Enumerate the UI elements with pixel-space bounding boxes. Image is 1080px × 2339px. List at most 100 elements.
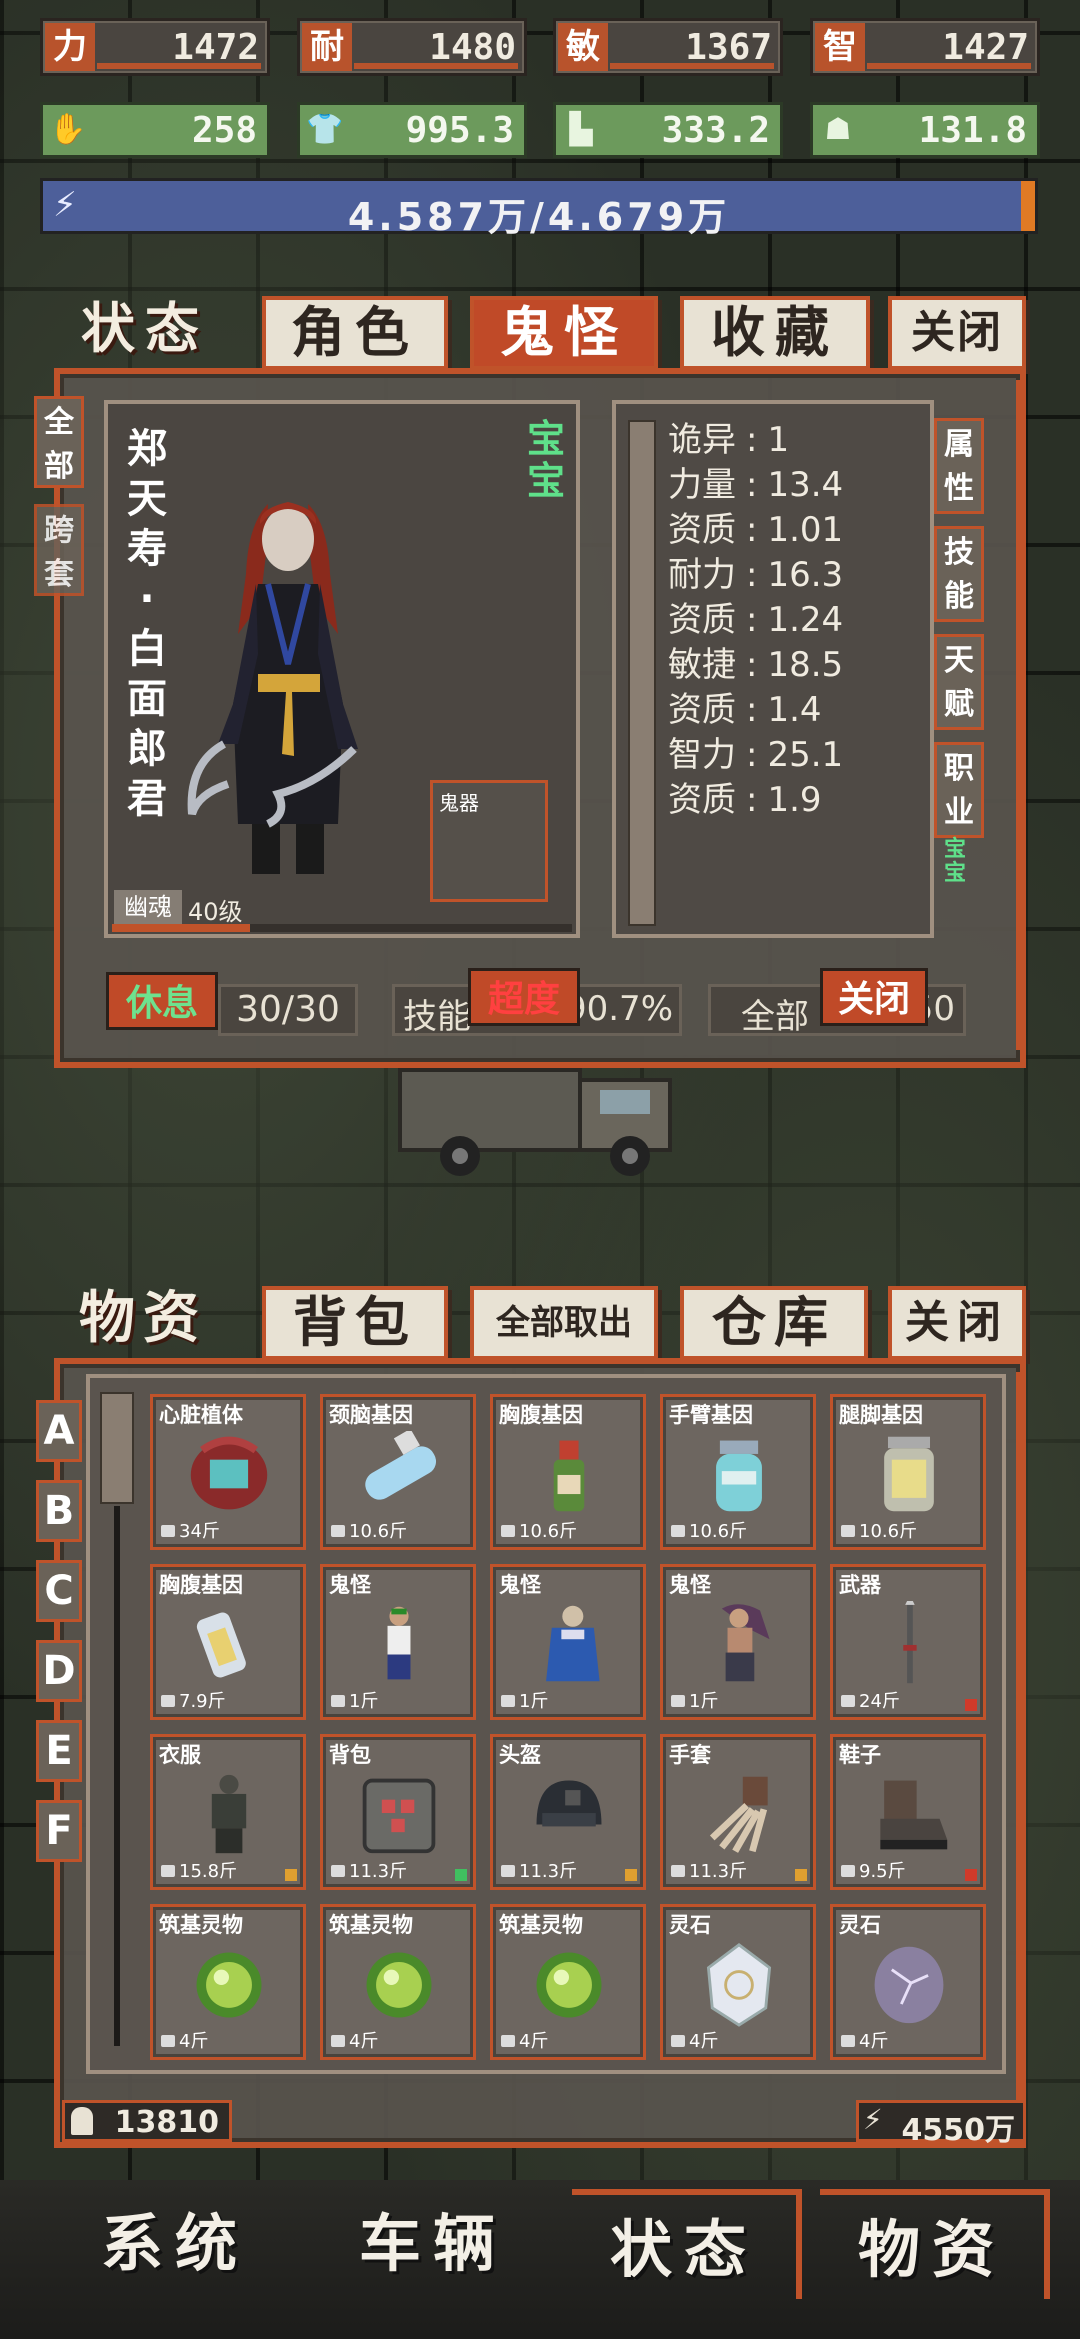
- attribute-colon: :: [746, 555, 758, 595]
- material-tab-3[interactable]: 仓库: [680, 1286, 868, 1360]
- inventory-item[interactable]: 心脏植体 34斤: [150, 1394, 306, 1550]
- inventory-item[interactable]: 鬼怪 1斤: [660, 1564, 816, 1720]
- item-weight-row: 11.3斤: [501, 1857, 577, 1883]
- inventory-item[interactable]: 手套 11.3斤: [660, 1734, 816, 1890]
- level-label: 40级: [188, 898, 243, 926]
- right-tab-3[interactable]: 职业: [934, 742, 984, 838]
- lock-icon: [161, 1525, 175, 1537]
- item-weight: 4斤: [349, 2031, 379, 2052]
- inventory-item[interactable]: 衣服 15.8斤: [150, 1734, 306, 1890]
- inventory-item[interactable]: 筑基灵物 4斤: [490, 1904, 646, 2060]
- character-name: 郑天寿 · 白面郎君: [124, 424, 170, 824]
- inventory-item[interactable]: 腿脚基因 10.6斤: [830, 1394, 986, 1550]
- item-art-fighter: [387, 1606, 411, 1680]
- resource-value: 333.2: [661, 110, 770, 151]
- item-name: 鬼怪: [499, 1573, 541, 1597]
- inventory-item[interactable]: 筑基灵物 4斤: [320, 1904, 476, 2060]
- row-letter-C[interactable]: C: [36, 1560, 82, 1622]
- row-letter-A[interactable]: A: [36, 1400, 82, 1462]
- attribute-colon: :: [746, 645, 758, 685]
- item-weight-row: 34斤: [161, 1517, 220, 1543]
- status-tab-0[interactable]: 状态: [54, 296, 236, 370]
- item-weight: 1斤: [349, 1691, 379, 1712]
- side-tab-all[interactable]: 全部: [34, 396, 84, 488]
- equip-slot[interactable]: 鬼器: [430, 780, 548, 902]
- ghost-icon: ☗: [824, 112, 852, 147]
- lock-icon: [161, 1865, 175, 1877]
- inventory-item[interactable]: 颈脑基因 10.6斤: [320, 1394, 476, 1550]
- item-art-robe: [546, 1605, 600, 1682]
- material-tab-4[interactable]: 关闭: [888, 1286, 1026, 1360]
- materials-scroll-track: [114, 1506, 120, 2046]
- row-letter-E[interactable]: E: [36, 1720, 82, 1782]
- rest-button[interactable]: 休息: [106, 972, 218, 1030]
- inventory-item[interactable]: 筑基灵物 4斤: [150, 1904, 306, 2060]
- status-tab-3[interactable]: 收藏: [680, 296, 870, 370]
- item-weight-row: 4斤: [671, 2027, 718, 2053]
- attributes-scrollbar[interactable]: [628, 420, 656, 926]
- inventory-item[interactable]: 鬼怪 1斤: [320, 1564, 476, 1720]
- lock-icon: [671, 1695, 685, 1707]
- overload-button[interactable]: 超度: [468, 968, 580, 1026]
- energy-bar: ⚡ 4.587万/4.679万: [40, 178, 1038, 239]
- stat-value: 1472: [172, 27, 259, 68]
- side-tab-cross[interactable]: 跨套: [34, 504, 84, 596]
- inventory-item[interactable]: 手臂基因 10.6斤: [660, 1394, 816, 1550]
- footer-left-counter: 13810: [62, 2100, 232, 2142]
- item-weight: 10.6斤: [689, 1521, 748, 1542]
- item-weight-row: 15.8斤: [161, 1857, 237, 1883]
- energy-text: 4.587万/4.679万: [347, 195, 731, 239]
- inventory-item[interactable]: 胸腹基因 7.9斤: [150, 1564, 306, 1720]
- item-weight-row: 24斤: [841, 1687, 900, 1713]
- footer-right-counter: ⚡ 4550万: [856, 2100, 1026, 2148]
- material-tab-0[interactable]: 物资: [54, 1286, 232, 1360]
- row-letter-F[interactable]: F: [36, 1800, 82, 1862]
- stat-label: 智: [815, 23, 865, 71]
- attribute-value: 16.3: [767, 555, 844, 595]
- status-tab-1[interactable]: 角色: [262, 296, 448, 370]
- stat-0: 力 1472: [40, 18, 270, 76]
- item-name: 灵石: [669, 1913, 711, 1937]
- material-tab-1[interactable]: 背包: [262, 1286, 448, 1360]
- nav-button-2[interactable]: 状态: [572, 2189, 802, 2299]
- material-tab-2[interactable]: 全部取出: [470, 1286, 658, 1360]
- inventory-item[interactable]: 灵石 4斤: [660, 1904, 816, 2060]
- inventory-item[interactable]: 鬼怪 1斤: [490, 1564, 646, 1720]
- right-tab-0[interactable]: 属性: [934, 418, 984, 514]
- attribute-colon: :: [746, 420, 758, 460]
- stat-2: 敏 1367: [553, 18, 783, 76]
- resource-0: ✋ 258: [40, 102, 270, 158]
- item-weight: 11.3斤: [349, 1861, 408, 1882]
- lock-icon: [501, 2035, 515, 2047]
- item-weight-row: 4斤: [331, 2027, 378, 2053]
- nav-button-3[interactable]: 物资: [820, 2189, 1050, 2299]
- item-name: 灵石: [839, 1913, 881, 1937]
- inventory-item[interactable]: 灵石 4斤: [830, 1904, 986, 2060]
- lock-icon: [161, 2035, 175, 2047]
- item-art-inhaler: [196, 1612, 246, 1678]
- inventory-item[interactable]: 背包 11.3斤: [320, 1734, 476, 1890]
- attribute-row: 智力:25.1: [668, 733, 843, 778]
- nav-button-1[interactable]: 车辆: [318, 2189, 548, 2299]
- status-tab-4[interactable]: 关闭: [888, 296, 1026, 370]
- right-tab-1[interactable]: 技能: [934, 526, 984, 622]
- lock-icon: [331, 1695, 345, 1707]
- type-badge: 幽魂: [114, 890, 182, 924]
- row-letter-D[interactable]: D: [36, 1640, 82, 1702]
- lock-icon: [501, 1525, 515, 1537]
- attribute-row: 敏捷:18.5: [668, 643, 843, 688]
- resource-3: ☗ 131.8: [810, 102, 1040, 158]
- nav-button-0[interactable]: 系统: [60, 2189, 290, 2299]
- inventory-item[interactable]: 武器 24斤: [830, 1564, 986, 1720]
- inventory-item[interactable]: 头盔 11.3斤: [490, 1734, 646, 1890]
- row-letter-B[interactable]: B: [36, 1480, 82, 1542]
- attribute-row: 资质:1.01: [668, 508, 843, 553]
- status-tab-2[interactable]: 鬼怪: [470, 296, 658, 370]
- item-art-orb: [536, 1952, 602, 2018]
- materials-scrollbar[interactable]: [100, 1392, 134, 1504]
- right-tab-2[interactable]: 天赋: [934, 634, 984, 730]
- inventory-item[interactable]: 鞋子 9.5斤: [830, 1734, 986, 1890]
- stat-label: 敏: [558, 23, 608, 71]
- status-close-button[interactable]: 关闭: [820, 968, 928, 1026]
- inventory-item[interactable]: 胸腹基因 10.6斤: [490, 1394, 646, 1550]
